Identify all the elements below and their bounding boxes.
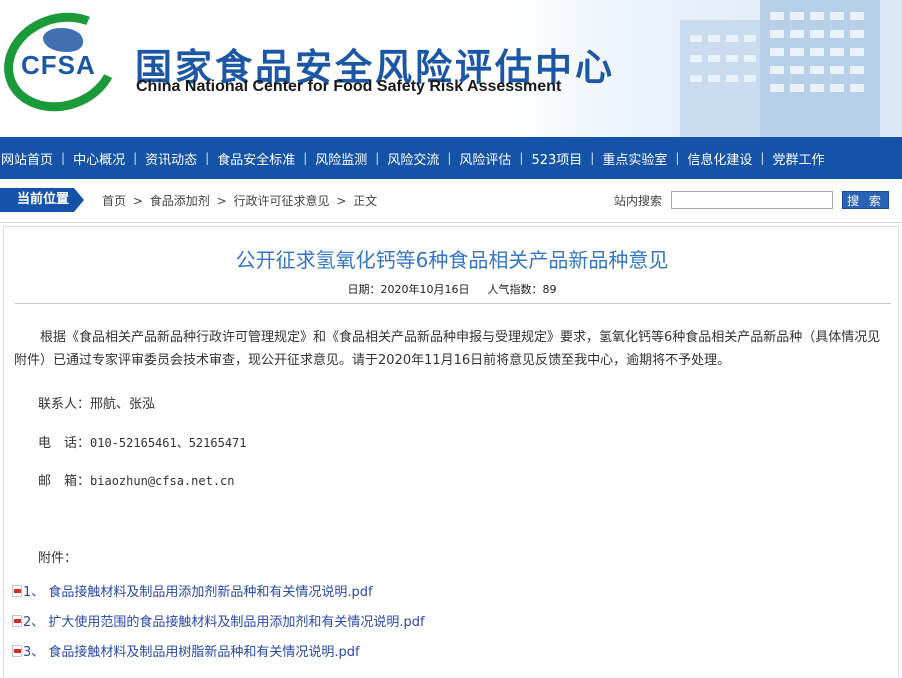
logo-text: CFSA <box>21 50 96 80</box>
main-nav: 网站首页 | 中心概况 | 资讯动态 | 食品安全标准 | 风险监测 | 风险交流 | 风险… <box>0 137 902 179</box>
nav-item-monitoring[interactable]: 风险监测 <box>307 149 375 168</box>
article-title: 公开征求氢氧化钙等6种食品相关产品新品种意见 <box>235 248 669 272</box>
attachments-label: 附件： <box>38 551 78 566</box>
breadcrumb-separator: > <box>336 194 347 208</box>
breadcrumb-separator: > <box>132 194 143 208</box>
location-tag: 当前位置 <box>0 188 84 212</box>
email-label: 邮 箱： <box>38 474 91 489</box>
nav-item-assessment[interactable]: 风险评估 <box>451 149 519 168</box>
search-button[interactable]: 搜 索 <box>842 191 889 209</box>
site-subtitle: China National Center for Food Safety Ri… <box>136 78 562 95</box>
breadcrumb-current: 正文 <box>353 194 378 208</box>
attachment-text: 2、 扩大使用范围的食品接触材料及制品用添加剂和有关情况说明.pdf <box>23 615 425 630</box>
nav-separator: | <box>447 151 452 165</box>
attachment-text: 3、 食品接触材料及制品用树脂新品种和有关情况说明.pdf <box>23 645 360 660</box>
nav-separator: | <box>760 151 765 165</box>
nav-separator: | <box>375 151 380 165</box>
article-views: 人气指数：89 <box>487 283 557 296</box>
breadcrumb-food-additives[interactable]: 食品添加剂 <box>150 194 210 208</box>
nav-item-home[interactable]: 网站首页 <box>0 149 61 168</box>
nav-item-standards[interactable]: 食品安全标准 <box>209 149 303 168</box>
breadcrumb: 首页 > 食品添加剂 > 行政许可征求意见 > 正文 <box>102 192 380 209</box>
phone-line: 电 话：010-52165461、52165471 <box>38 432 247 451</box>
pdf-file-icon <box>12 615 22 627</box>
attachment-link-1[interactable]: 1、 食品接触材料及制品用添加剂新品种和有关情况说明.pdf <box>12 581 373 600</box>
nav-item-about[interactable]: 中心概况 <box>65 149 133 168</box>
breadcrumb-bar: 当前位置 首页 > 食品添加剂 > 行政许可征求意见 > 正文 站内搜索 搜 索 <box>0 179 902 223</box>
attachment-link-3[interactable]: 3、 食品接触材料及制品用树脂新品种和有关情况说明.pdf <box>12 641 360 660</box>
cfsa-logo[interactable]: CFSA <box>0 0 132 127</box>
article-date: 日期：2020年10月16日 <box>347 283 470 296</box>
phone-value: 010-52165461、52165471 <box>90 436 247 450</box>
phone-label: 电 话： <box>38 436 91 451</box>
nav-item-it[interactable]: 信息化建设 <box>679 149 760 168</box>
article-panel: 公开征求氢氧化钙等6种食品相关产品新品种意见 日期：2020年10月16日 人气指… <box>3 226 899 678</box>
search-input[interactable] <box>671 191 833 209</box>
title-divider <box>15 303 891 304</box>
nav-item-communication[interactable]: 风险交流 <box>379 149 447 168</box>
search-label: 站内搜索 <box>614 194 663 208</box>
nav-separator: | <box>61 151 66 165</box>
nav-separator: | <box>675 151 680 165</box>
article-body: 根据《食品相关产品新品种行政许可管理规定》和《食品相关产品新品种申报与受理规定》… <box>14 330 881 368</box>
contact-label: 联系人： <box>38 397 91 412</box>
site-header: CFSA 国家食品安全风险评估中心 China National Center … <box>0 0 902 137</box>
nav-separator: | <box>303 151 308 165</box>
nav-item-lab[interactable]: 重点实验室 <box>594 149 675 168</box>
nav-separator: | <box>205 151 210 165</box>
breadcrumb-separator: > <box>216 194 227 208</box>
building-illustration <box>680 0 880 137</box>
breadcrumb-home[interactable]: 首页 <box>102 194 126 208</box>
pdf-file-icon <box>12 645 22 657</box>
contact-line: 联系人：邢航、张泓 <box>38 393 155 412</box>
article-meta: 日期：2020年10月16日 人气指数：89 <box>4 281 900 297</box>
email-line: 邮 箱：biaozhun@cfsa.net.cn <box>38 470 235 489</box>
nav-separator: | <box>590 151 595 165</box>
nav-item-523[interactable]: 523项目 <box>523 149 590 168</box>
contact-value: 邢航、张泓 <box>90 397 156 412</box>
nav-item-party[interactable]: 党群工作 <box>764 149 832 168</box>
attachment-link-2[interactable]: 2、 扩大使用范围的食品接触材料及制品用添加剂和有关情况说明.pdf <box>12 611 425 630</box>
pdf-file-icon <box>12 585 22 597</box>
nav-item-news[interactable]: 资讯动态 <box>137 149 205 168</box>
email-value: biaozhun@cfsa.net.cn <box>90 474 235 488</box>
nav-separator: | <box>133 151 138 165</box>
breadcrumb-consultation[interactable]: 行政许可征求意见 <box>233 194 329 208</box>
attachment-text: 1、 食品接触材料及制品用添加剂新品种和有关情况说明.pdf <box>23 585 373 600</box>
nav-separator: | <box>519 151 524 165</box>
